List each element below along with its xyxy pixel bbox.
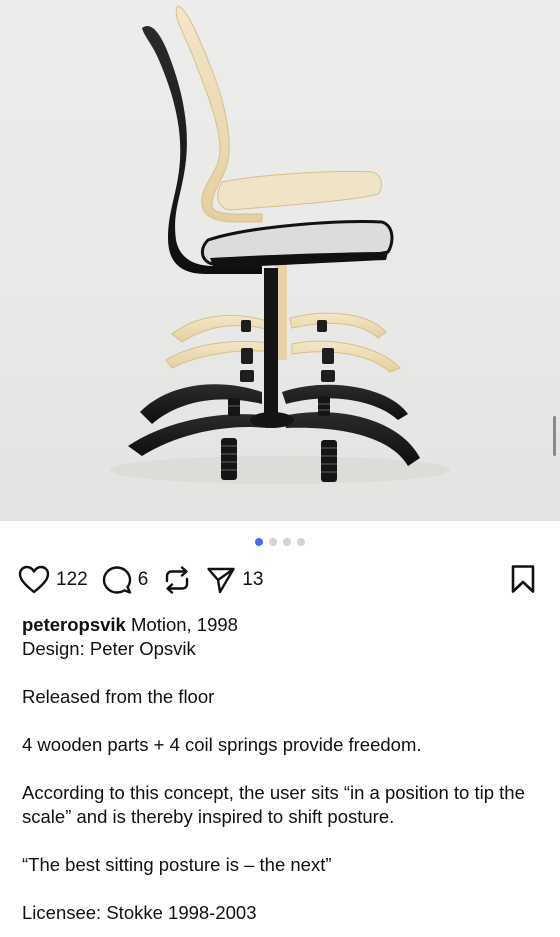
caption-header: peteropsvik Motion, 1998 xyxy=(22,613,542,637)
caption-title: Motion, 1998 xyxy=(125,614,238,635)
action-bar: 122 6 13 xyxy=(18,562,542,598)
carousel-dot-4[interactable] xyxy=(297,538,305,546)
send-icon xyxy=(207,567,235,594)
share-count: 13 xyxy=(242,569,264,590)
caption-paragraph-1: Released from the floor xyxy=(22,686,215,707)
username-link[interactable]: peteropsvik xyxy=(22,614,126,635)
repost-button[interactable] xyxy=(162,565,192,595)
like-count: 122 xyxy=(56,569,88,590)
caption-paragraph-3: According to this concept, the user sits… xyxy=(22,782,525,827)
bookmark-icon xyxy=(511,565,535,593)
carousel-dot-2[interactable] xyxy=(269,538,277,546)
post-caption: peteropsvik Motion, 1998 Design: Peter O… xyxy=(22,613,542,925)
comment-button[interactable]: 6 xyxy=(102,565,149,595)
scroll-indicator[interactable] xyxy=(553,416,556,456)
carousel-dot-3[interactable] xyxy=(283,538,291,546)
carousel-dot-1[interactable] xyxy=(255,538,263,546)
caption-designer: Design: Peter Opsvik xyxy=(22,638,196,659)
share-button[interactable]: 13 xyxy=(206,565,263,595)
caption-paragraph-2: 4 wooden parts + 4 coil springs provide … xyxy=(22,734,422,755)
post-image[interactable] xyxy=(0,0,560,521)
bookmark-button[interactable] xyxy=(510,564,536,599)
heart-icon xyxy=(18,565,50,594)
caption-paragraph-4: “The best sitting posture is – the next” xyxy=(22,854,332,875)
comment-icon xyxy=(102,566,131,594)
carousel-dots xyxy=(0,538,560,546)
comment-count: 6 xyxy=(137,569,149,590)
like-button[interactable]: 122 xyxy=(18,565,88,595)
repost-icon xyxy=(166,566,189,594)
caption-paragraph-5: Licensee: Stokke 1998-2003 xyxy=(22,902,257,923)
chair-photo xyxy=(110,5,450,484)
